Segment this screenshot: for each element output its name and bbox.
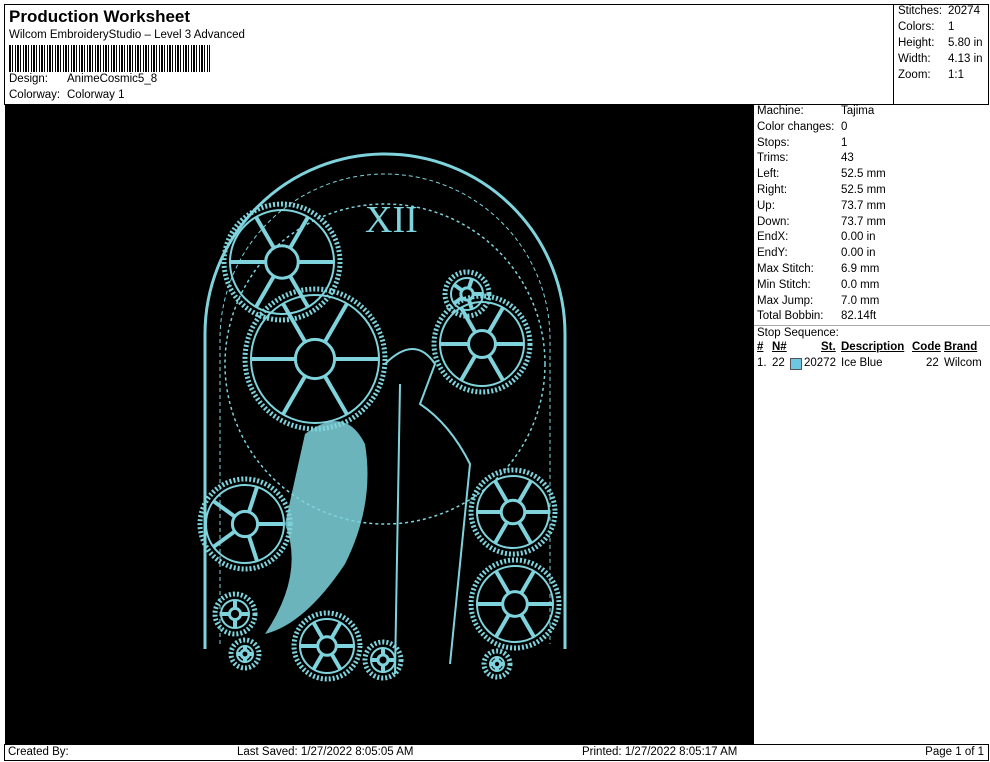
info-label: EndX: (757, 231, 789, 244)
gear (442, 269, 492, 319)
stat-label: Stitches: (898, 5, 943, 17)
info-label: Trims: (757, 152, 789, 165)
worksheet-header: Production Worksheet Wilcom EmbroiderySt… (4, 4, 894, 105)
info-value: Tajima (841, 105, 875, 117)
figure-outline (384, 348, 472, 675)
figure-silhouette (265, 421, 368, 634)
stat-value: 1:1 (948, 69, 964, 81)
info-label: Color changes: (757, 120, 835, 133)
info-value: 82.14ft (841, 310, 877, 323)
info-value: 73.7 mm (841, 215, 886, 228)
gear (228, 637, 262, 671)
printed-date: Printed: 1/27/2022 8:05:17 AM (582, 746, 738, 758)
info-label: Max Jump: (757, 294, 814, 307)
row-st: 20272 (804, 357, 836, 369)
gear (212, 591, 258, 637)
info-label: Machine: (757, 105, 804, 117)
info-label: Left: (757, 168, 780, 181)
col-n: N# (772, 341, 787, 353)
design-preview: XII (5, 104, 753, 744)
col-brand: Brand (944, 341, 978, 353)
gear (221, 201, 343, 323)
info-label: Stops: (757, 136, 790, 149)
gear (431, 293, 533, 395)
info-value: 6.9 mm (841, 263, 880, 275)
page-title: Production Worksheet (9, 7, 191, 26)
info-label: Right: (757, 184, 788, 196)
col-num: # (757, 341, 764, 353)
colorway-label: Colorway: (9, 89, 61, 101)
stat-label: Width: (898, 53, 931, 65)
info-value: 0.0 mm (841, 278, 880, 291)
info-value: 0.00 in (841, 247, 876, 260)
stat-value: 20274 (948, 5, 980, 17)
roman-xii: XII (365, 199, 418, 241)
stop-sequence-label: Stop Sequence: (754, 325, 990, 340)
created-by: Created By: (8, 746, 69, 758)
design-label: Design: (9, 73, 48, 85)
col-code: Code (912, 341, 941, 353)
info-label: Up: (757, 199, 775, 212)
stat-value: 4.13 in (948, 53, 983, 65)
row-num: 1. (757, 357, 767, 369)
colorway-value: Colorway 1 (67, 89, 125, 101)
row-n: 22 (772, 357, 785, 369)
info-label: Max Stitch: (757, 263, 814, 275)
design-row: Design: AnimeCosmic5_8 (9, 73, 157, 85)
page-number: Page 1 of 1 (925, 746, 984, 758)
design-value: AnimeCosmic5_8 (67, 73, 158, 85)
info-label: Down: (757, 215, 790, 228)
info-value: 7.0 mm (841, 294, 880, 307)
info-label: Total Bobbin: (757, 310, 824, 323)
stat-row: Colors: 1 (898, 21, 954, 37)
gear (468, 467, 558, 557)
row-code: 22 (926, 357, 939, 369)
stat-value: 5.80 in (948, 37, 983, 49)
stat-value: 1 (948, 21, 955, 33)
embroidery-design: XII (197, 152, 567, 682)
info-value: 0 (841, 120, 848, 133)
stat-row: Stitches: 20274 (898, 5, 980, 21)
info-value: 73.7 mm (841, 199, 886, 212)
info-label: Min Stitch: (757, 278, 811, 291)
stats-box: Stitches: 20274 Colors: 1 Height: 5.80 in Widt… (893, 4, 989, 105)
machine-info-panel: Stop Sequence: # N# St. Description Code… (753, 104, 990, 744)
footer: Created By: Last Saved: 1/27/2022 8:05:0… (4, 744, 989, 761)
info-value: 52.5 mm (841, 168, 886, 181)
stat-row: Zoom: 1:1 (898, 69, 964, 85)
stat-label: Colors: (898, 21, 935, 33)
stat-label: Zoom: (898, 69, 931, 81)
stat-row: Width: 4.13 in (898, 53, 983, 69)
stat-row: Height: 5.80 in (898, 37, 983, 53)
info-value: 1 (841, 136, 848, 149)
info-label: EndY: (757, 247, 788, 260)
row-desc: Ice Blue (841, 357, 883, 369)
row-brand: Wilcom (944, 357, 982, 369)
col-st: St. (821, 341, 836, 353)
stat-label: Height: (898, 37, 935, 49)
gear (291, 610, 363, 682)
barcode (9, 45, 210, 72)
info-value: 43 (841, 152, 854, 165)
gear (468, 557, 562, 651)
color-swatch (790, 358, 802, 370)
software-name: Wilcom EmbroideryStudio – Level 3 Advanc… (9, 29, 245, 41)
last-saved: Last Saved: 1/27/2022 8:05:05 AM (237, 746, 414, 758)
colorway-row: Colorway: Colorway 1 (9, 89, 125, 101)
gear (197, 476, 293, 572)
info-value: 52.5 mm (841, 184, 886, 196)
gear (481, 648, 513, 680)
info-value: 0.00 in (841, 231, 876, 244)
col-description: Description (841, 341, 905, 353)
